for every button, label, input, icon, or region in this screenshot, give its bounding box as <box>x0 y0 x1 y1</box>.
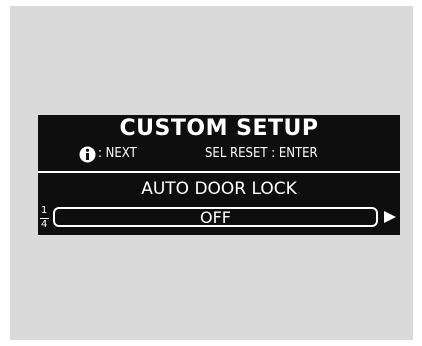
setting-name: AUTO DOOR LOCK <box>141 179 297 199</box>
divider <box>38 171 400 173</box>
setting-value[interactable]: OFF <box>53 207 378 227</box>
hint-row: : NEXT SEL RESET : ENTER <box>38 144 400 164</box>
page-current: 1 <box>41 205 48 216</box>
triangle-right-icon[interactable] <box>383 210 397 224</box>
lcd-screen: CUSTOM SETUP : NEXT SEL RESET : ENTER AU… <box>38 115 400 235</box>
screen-title: CUSTOM SETUP <box>119 116 319 141</box>
reset-hint: SEL RESET : ENTER <box>205 146 318 161</box>
info-icon <box>79 146 96 163</box>
page-indicator: 1 4 <box>40 205 50 231</box>
page-total: 4 <box>41 219 48 230</box>
next-hint: : NEXT <box>98 146 137 161</box>
